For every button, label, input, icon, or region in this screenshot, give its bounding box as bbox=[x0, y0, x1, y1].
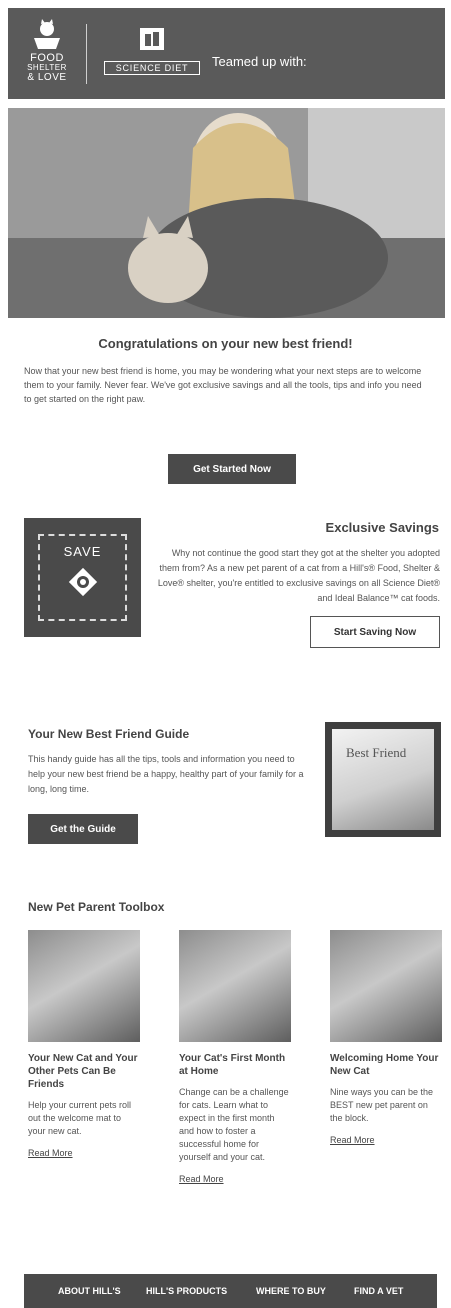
read-more-link[interactable]: Read More bbox=[28, 1148, 73, 1158]
toolbox-item-title: Your Cat's First Month at Home bbox=[179, 1053, 286, 1077]
congrats-heading: Congratulations on your new best friend! bbox=[98, 336, 353, 351]
footer-link-products[interactable]: HILL'S PRODUCTS bbox=[146, 1286, 227, 1296]
toolbox-item: Your New Cat and Your Other Pets Can Be … bbox=[28, 930, 140, 1161]
toolbox-item-body: Change can be a challenge for cats. Lear… bbox=[179, 1087, 289, 1162]
swirl-logo-icon bbox=[68, 567, 97, 597]
footer-link-where-to-buy[interactable]: WHERE TO BUY bbox=[256, 1286, 326, 1296]
header-banner: FOOD SHELTER & LOVE SCIENCE DIET Teamed … bbox=[8, 8, 445, 99]
footer-link-about[interactable]: ABOUT HILL'S bbox=[58, 1286, 121, 1296]
get-guide-button[interactable]: Get the Guide bbox=[28, 814, 138, 844]
toolbox-item-title: Your New Cat and Your Other Pets Can Be … bbox=[28, 1053, 138, 1090]
logo-line-shelter: SHELTER bbox=[27, 63, 67, 72]
email-page: FOOD SHELTER & LOVE SCIENCE DIET Teamed … bbox=[0, 0, 451, 1308]
guide-paragraph: This handy guide has all the tips, tools… bbox=[28, 754, 304, 794]
save-badge: SAVE bbox=[24, 518, 141, 637]
cat-bowl-icon bbox=[34, 19, 60, 49]
tile-photo-icon[interactable] bbox=[330, 930, 442, 1042]
tile-photo-icon[interactable] bbox=[28, 930, 140, 1042]
save-label: SAVE bbox=[63, 544, 102, 559]
intro-paragraph: Now that your new best friend is home, y… bbox=[24, 366, 422, 404]
book-title: Best Friend bbox=[346, 745, 407, 760]
read-more-link[interactable]: Read More bbox=[179, 1174, 224, 1184]
toolbox-item-body: Help your current pets roll out the welc… bbox=[28, 1100, 132, 1136]
toolbox-item-body: Nine ways you can be the BEST new pet pa… bbox=[330, 1087, 434, 1123]
header-divider bbox=[86, 24, 87, 84]
get-started-button[interactable]: Get Started Now bbox=[168, 454, 296, 484]
exclusive-savings-paragraph: Why not continue the good start they got… bbox=[157, 548, 440, 603]
footer-link-find-vet[interactable]: FIND A VET bbox=[354, 1286, 403, 1296]
tile-photo-icon[interactable] bbox=[179, 930, 291, 1042]
toolbox-item-title: Welcoming Home Your New Cat bbox=[330, 1053, 439, 1077]
guide-book-cover[interactable]: Best Friend bbox=[325, 722, 441, 837]
toolbox-item: Your Cat's First Month at Home Change ca… bbox=[179, 930, 291, 1187]
science-diet-logo[interactable]: SCIENCE DIET bbox=[104, 26, 200, 80]
food-shelter-love-logo[interactable]: FOOD SHELTER & LOVE bbox=[24, 18, 70, 92]
toolbox-heading: New Pet Parent Toolbox bbox=[28, 900, 165, 914]
hills-dog-cat-icon bbox=[140, 28, 164, 50]
science-diet-text: SCIENCE DIET bbox=[104, 61, 200, 75]
exclusive-savings-heading: Exclusive Savings bbox=[325, 520, 439, 535]
hero-image bbox=[8, 108, 445, 318]
photo-woman-with-cat-icon bbox=[8, 108, 445, 318]
start-saving-button[interactable]: Start Saving Now bbox=[310, 616, 440, 648]
read-more-link[interactable]: Read More bbox=[330, 1135, 375, 1145]
toolbox-item: Welcoming Home Your New Cat Nine ways yo… bbox=[330, 930, 442, 1148]
footer-nav: ABOUT HILL'S HILL'S PRODUCTS WHERE TO BU… bbox=[24, 1274, 437, 1308]
teamed-up-text: Teamed up with: bbox=[212, 54, 307, 69]
guide-heading: Your New Best Friend Guide bbox=[28, 727, 190, 741]
logo-line-love: & LOVE bbox=[27, 72, 67, 83]
